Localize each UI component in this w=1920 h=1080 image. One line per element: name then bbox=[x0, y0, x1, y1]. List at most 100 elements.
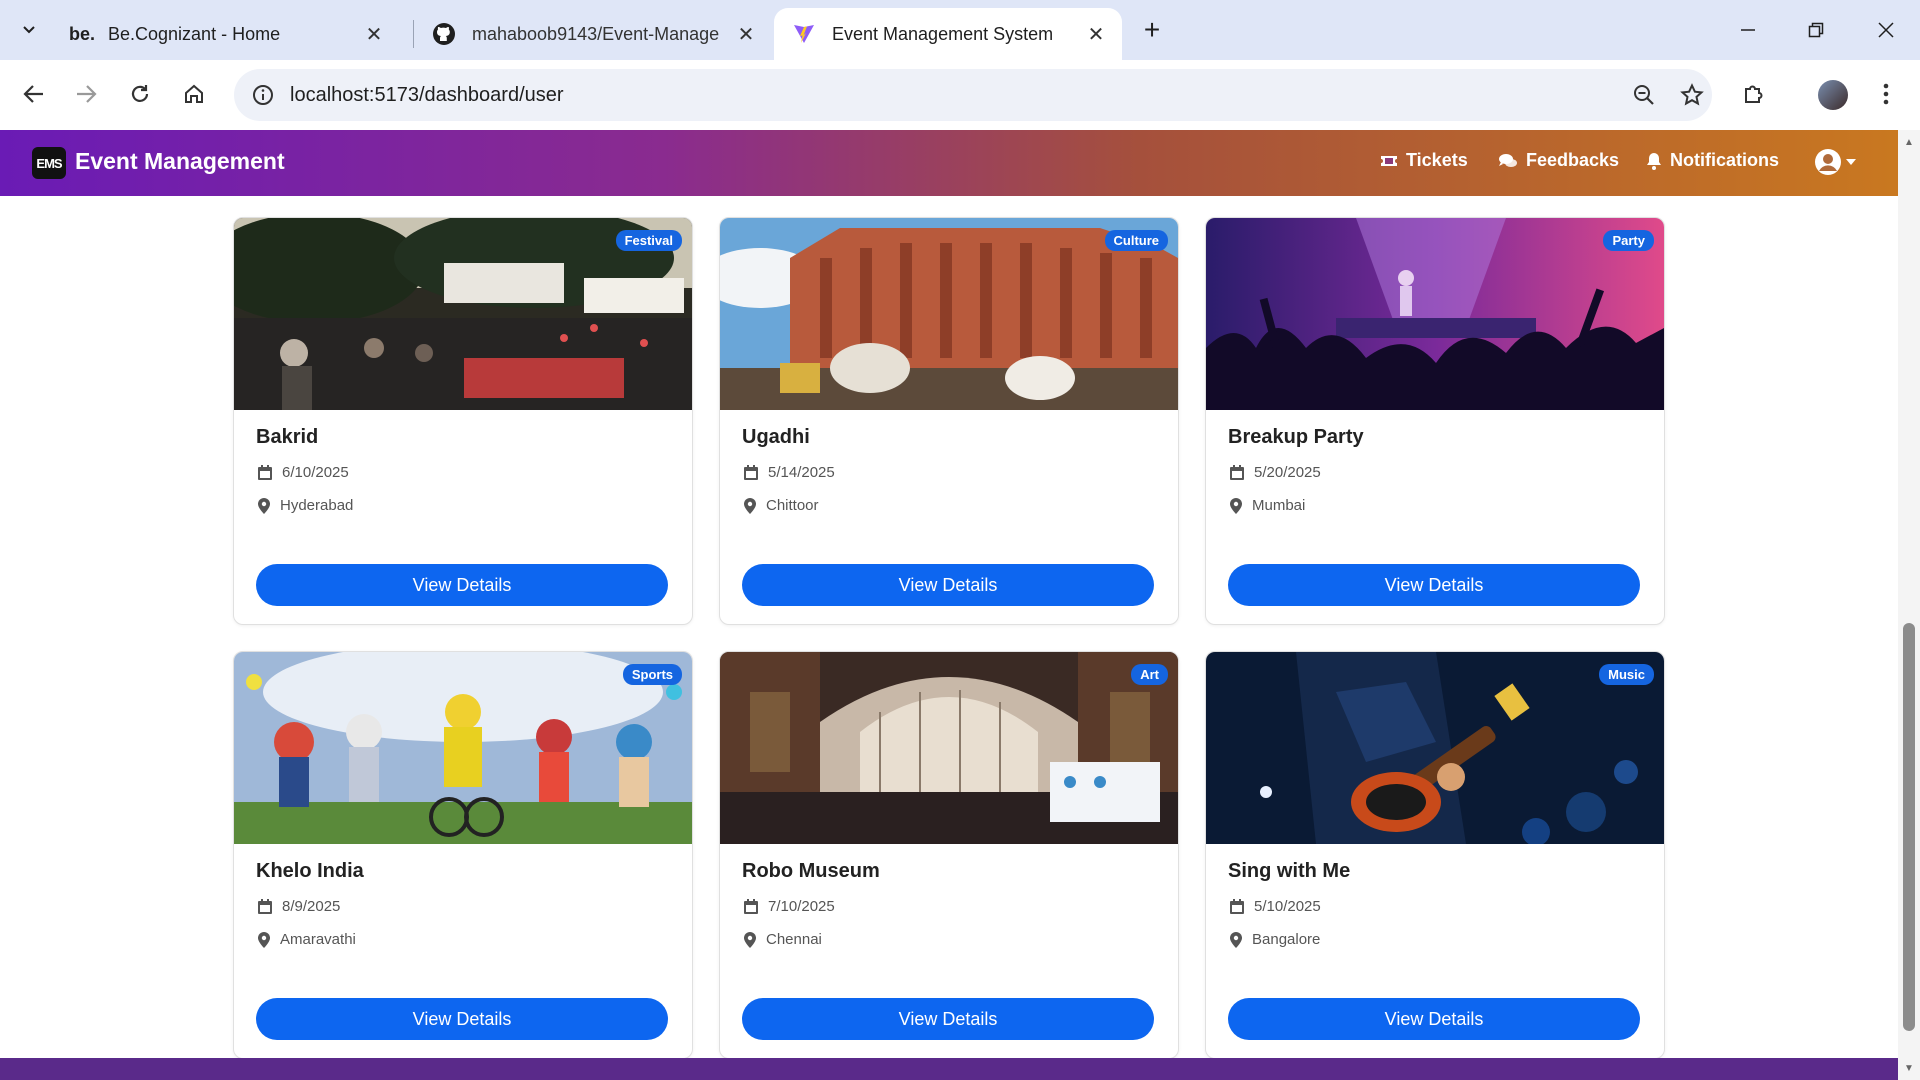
event-image-art[interactable] bbox=[720, 652, 1178, 844]
reload-icon bbox=[131, 85, 149, 102]
browser-menu-button[interactable] bbox=[1866, 74, 1906, 114]
user-circle-icon bbox=[1815, 149, 1841, 175]
view-details-button[interactable]: View Details bbox=[742, 564, 1154, 606]
event-date-text: 5/20/2025 bbox=[1254, 464, 1321, 481]
nav-feedbacks[interactable]: Feedbacks bbox=[1498, 150, 1619, 171]
tab-search-button[interactable] bbox=[10, 10, 48, 48]
close-icon bbox=[1878, 22, 1894, 38]
browser-tab-strip: be. Be.Cognizant - Home ✕ mahaboob9143/E… bbox=[0, 0, 1920, 60]
tab-title: mahaboob9143/Event-Manage bbox=[472, 23, 720, 44]
view-details-button[interactable]: View Details bbox=[256, 998, 668, 1040]
brand-name[interactable]: Event Management bbox=[75, 148, 285, 175]
event-date-text: 5/10/2025 bbox=[1254, 898, 1321, 915]
event-date: 6/10/2025 bbox=[258, 464, 349, 481]
close-window-button[interactable] bbox=[1858, 8, 1914, 52]
url-text[interactable]: localhost:5173/dashboard/user bbox=[290, 84, 564, 107]
event-location: Chennai bbox=[744, 931, 822, 948]
nav-tickets[interactable]: Tickets bbox=[1380, 150, 1468, 171]
nav-notifications[interactable]: Notifications bbox=[1646, 150, 1779, 171]
puzzle-icon bbox=[1745, 85, 1763, 103]
profile-avatar[interactable] bbox=[1818, 80, 1848, 110]
close-icon[interactable]: ✕ bbox=[360, 20, 388, 48]
more-vertical-icon bbox=[1883, 83, 1889, 105]
restore-icon bbox=[1808, 22, 1824, 38]
scroll-down-arrow[interactable]: ▼ bbox=[1903, 1062, 1915, 1074]
event-image-sports[interactable] bbox=[234, 652, 692, 844]
be-favicon: be. bbox=[69, 23, 96, 44]
calendar-icon bbox=[744, 465, 758, 480]
tab-becognizant[interactable]: be. Be.Cognizant - Home ✕ bbox=[56, 8, 400, 60]
map-pin-icon bbox=[744, 931, 756, 948]
bookmark-star-icon[interactable] bbox=[1674, 77, 1710, 113]
brand-logo[interactable]: EMS bbox=[32, 147, 66, 179]
map-pin-icon bbox=[258, 497, 270, 514]
nav-feedbacks-label: Feedbacks bbox=[1526, 150, 1620, 170]
forward-button[interactable] bbox=[66, 74, 106, 114]
scroll-up-arrow[interactable]: ▲ bbox=[1903, 136, 1915, 148]
home-button[interactable] bbox=[174, 74, 214, 114]
event-date: 5/20/2025 bbox=[1230, 464, 1321, 481]
view-details-button[interactable]: View Details bbox=[742, 998, 1154, 1040]
address-bar[interactable]: localhost:5173/dashboard/user bbox=[234, 69, 1712, 121]
event-location-text: Amaravathi bbox=[280, 931, 356, 948]
event-image-party[interactable] bbox=[1206, 218, 1664, 410]
event-title: Breakup Party bbox=[1228, 426, 1364, 448]
page-footer bbox=[0, 1058, 1898, 1080]
event-location: Mumbai bbox=[1230, 497, 1305, 514]
event-card: Culture Ugadhi 5/14/2025 Chittoor View D… bbox=[719, 217, 1179, 625]
minimize-button[interactable] bbox=[1720, 8, 1776, 52]
event-location: Hyderabad bbox=[258, 497, 353, 514]
event-date-text: 5/14/2025 bbox=[768, 464, 835, 481]
event-location-text: Hyderabad bbox=[280, 497, 354, 514]
event-image-music[interactable] bbox=[1206, 652, 1664, 844]
view-details-button[interactable]: View Details bbox=[1228, 564, 1640, 606]
new-tab-button[interactable]: + bbox=[1134, 12, 1170, 48]
user-menu-toggle[interactable] bbox=[1814, 148, 1856, 176]
event-location-text: Chennai bbox=[766, 931, 822, 948]
event-location: Chittoor bbox=[744, 497, 819, 514]
category-badge: Music bbox=[1599, 664, 1654, 685]
caret-down-icon bbox=[1846, 159, 1856, 165]
back-button[interactable] bbox=[14, 74, 54, 114]
event-date: 5/14/2025 bbox=[744, 464, 835, 481]
zoom-icon[interactable] bbox=[1626, 77, 1662, 113]
event-location-text: Mumbai bbox=[1252, 497, 1306, 514]
github-icon bbox=[432, 22, 456, 46]
reload-button[interactable] bbox=[120, 74, 160, 114]
nav-notifications-label: Notifications bbox=[1670, 150, 1780, 170]
event-location-text: Chittoor bbox=[766, 497, 819, 514]
tab-github[interactable]: mahaboob9143/Event-Manage ✕ bbox=[414, 8, 772, 60]
event-title: Ugadhi bbox=[742, 426, 810, 448]
view-details-button[interactable]: View Details bbox=[256, 564, 668, 606]
event-location: Bangalore bbox=[1230, 931, 1320, 948]
vite-icon bbox=[792, 22, 816, 46]
site-info-icon[interactable] bbox=[248, 80, 278, 110]
close-icon[interactable]: ✕ bbox=[1082, 20, 1110, 48]
tab-event-management[interactable]: Event Management System ✕ bbox=[774, 8, 1122, 60]
arrow-left-icon bbox=[23, 85, 43, 103]
calendar-icon bbox=[1230, 899, 1244, 914]
event-title: Robo Museum bbox=[742, 860, 880, 882]
arrow-right-icon bbox=[77, 85, 97, 103]
home-icon bbox=[185, 84, 203, 103]
nav-tickets-label: Tickets bbox=[1406, 150, 1468, 170]
calendar-icon bbox=[258, 465, 272, 480]
view-details-button[interactable]: View Details bbox=[1228, 998, 1640, 1040]
close-icon[interactable]: ✕ bbox=[732, 20, 760, 48]
event-date-text: 6/10/2025 bbox=[282, 464, 349, 481]
event-date: 5/10/2025 bbox=[1230, 898, 1321, 915]
extensions-button[interactable] bbox=[1734, 74, 1774, 114]
browser-toolbar: localhost:5173/dashboard/user bbox=[0, 60, 1920, 131]
event-card: Sports Khelo India 8/9/2025 Amaravathi V… bbox=[233, 651, 693, 1059]
scrollbar-thumb[interactable] bbox=[1903, 623, 1915, 1031]
map-pin-icon bbox=[744, 497, 756, 514]
event-title: Khelo India bbox=[256, 860, 364, 882]
event-title: Bakrid bbox=[256, 426, 319, 448]
category-badge: Sports bbox=[622, 664, 682, 685]
calendar-icon bbox=[258, 899, 272, 914]
event-date-text: 8/9/2025 bbox=[282, 898, 341, 915]
map-pin-icon bbox=[1230, 931, 1242, 948]
minimize-icon bbox=[1741, 29, 1755, 31]
category-badge: Party bbox=[1603, 230, 1654, 251]
restore-button[interactable] bbox=[1788, 8, 1844, 52]
